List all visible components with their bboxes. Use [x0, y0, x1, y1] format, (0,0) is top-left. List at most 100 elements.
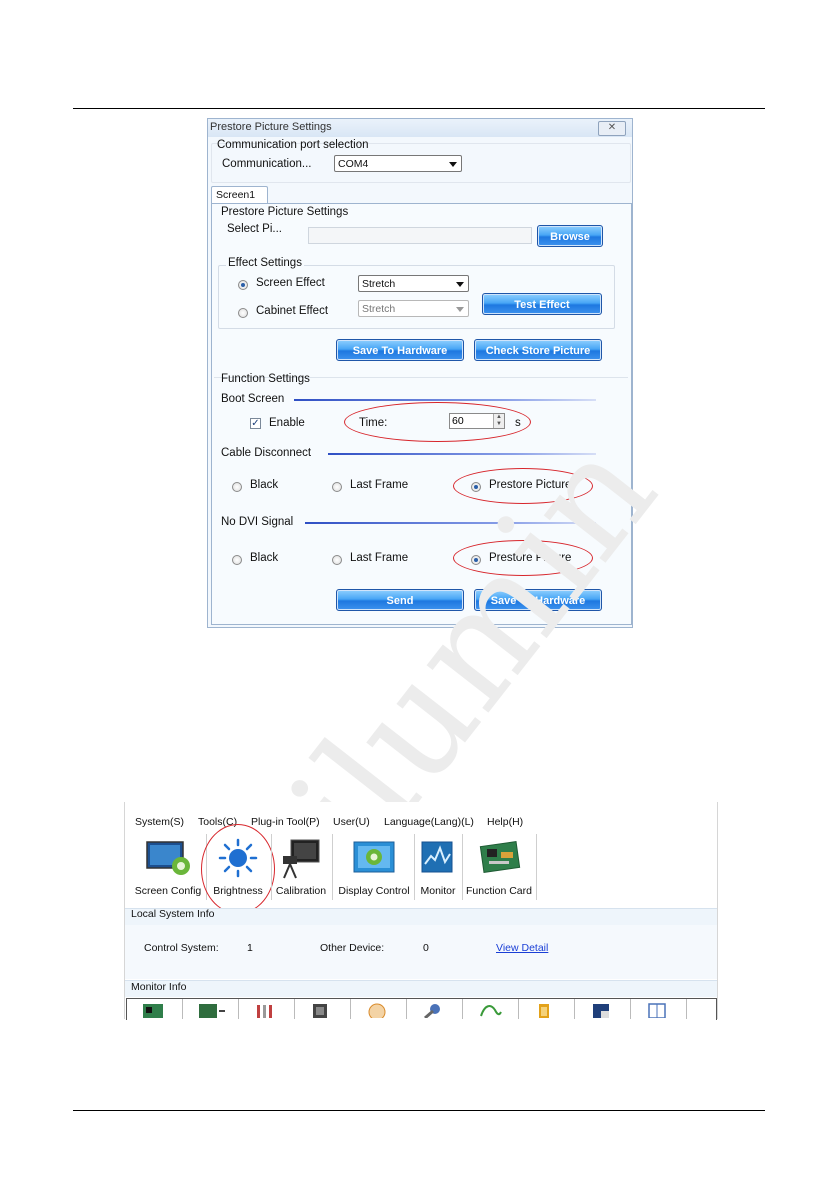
- monitor-cell[interactable]: [407, 999, 463, 1019]
- function-group-label: Function Settings: [221, 373, 310, 385]
- check-store-picture-button[interactable]: Check Store Picture: [474, 339, 602, 361]
- cable-black-label: Black: [250, 479, 279, 491]
- toolbar-label: Screen Config: [134, 885, 202, 897]
- screen-effect-value: Stretch: [362, 278, 396, 290]
- menu-system[interactable]: System(S): [135, 816, 184, 828]
- toolbar-label: Monitor: [420, 885, 456, 897]
- communication-group-label: Communication port selection: [217, 139, 369, 151]
- calibration-icon: [283, 839, 320, 879]
- receiving-card-icon: [199, 1004, 225, 1018]
- no-dvi-signal-label: No DVI Signal: [221, 516, 294, 528]
- dvi-last-frame-radio[interactable]: [332, 555, 342, 565]
- monitor-icons-strip: [126, 998, 717, 1020]
- toolbar-label: Calibration: [275, 885, 327, 897]
- cabinet-effect-radio[interactable]: [238, 308, 248, 318]
- toolbar-function-card[interactable]: Function Card: [463, 836, 535, 900]
- menu-plugin-tool[interactable]: Plug-in Tool(P): [251, 816, 320, 828]
- function-card-icon: [479, 841, 521, 873]
- other-device-label: Other Device:: [320, 942, 385, 954]
- time-highlight-ellipse: [344, 402, 531, 442]
- screen-effect-label: Screen Effect: [256, 277, 325, 289]
- toolbar-label: Display Control: [338, 885, 410, 897]
- main-window: System(S) Tools(C) Plug-in Tool(P) User(…: [124, 802, 718, 1020]
- dvi-black-radio[interactable]: [232, 555, 242, 565]
- toolbar-monitor[interactable]: Monitor: [415, 836, 461, 900]
- sending-card-icon: [143, 1004, 163, 1018]
- cable-last-frame-label: Last Frame: [350, 479, 409, 491]
- local-system-info-label: Local System Info: [131, 908, 215, 920]
- screen-effect-select[interactable]: Stretch: [358, 275, 469, 292]
- chevron-down-icon: [449, 162, 457, 167]
- control-system-value: 1: [247, 942, 253, 954]
- power-icon: [480, 1005, 502, 1017]
- brightness-highlight-ellipse: [201, 824, 275, 914]
- monitor-cell[interactable]: [351, 999, 407, 1019]
- cabinet-effect-select[interactable]: Stretch: [358, 300, 469, 317]
- communication-label: Communication...: [222, 158, 312, 170]
- cable-black-radio[interactable]: [232, 482, 242, 492]
- toolbar-calibration[interactable]: Calibration: [272, 836, 330, 900]
- chevron-down-icon: [456, 282, 464, 287]
- view-detail-link[interactable]: View Detail: [496, 942, 548, 954]
- module-icon: [313, 1004, 327, 1018]
- monitor-cell[interactable]: [183, 999, 239, 1019]
- picture-path-input[interactable]: [308, 227, 532, 244]
- effect-group-label: Effect Settings: [226, 257, 304, 269]
- monitor-cell[interactable]: [239, 999, 295, 1019]
- battery-icon: [539, 1004, 549, 1018]
- toolbar-screen-config[interactable]: Screen Config: [131, 836, 205, 900]
- cabinet-effect-label: Cabinet Effect: [256, 305, 329, 317]
- cable-disconnect-label: Cable Disconnect: [221, 447, 312, 459]
- dvi-black-label: Black: [250, 552, 279, 564]
- footer-rule: [73, 1110, 765, 1111]
- other-device-value: 0: [423, 942, 429, 954]
- menu-user[interactable]: User(U): [333, 816, 370, 828]
- monitor-cell[interactable]: [631, 999, 687, 1019]
- monitor-info-label: Monitor Info: [131, 981, 187, 993]
- dialog-title: Prestore Picture Settings: [210, 121, 332, 133]
- test-effect-button[interactable]: Test Effect: [482, 293, 602, 315]
- monitor-cell[interactable]: [575, 999, 631, 1019]
- display-icon: [593, 1004, 609, 1018]
- monitor-info-bar: [125, 980, 717, 997]
- toolbar-label: Function Card: [466, 885, 532, 897]
- check-icon: ✓: [251, 418, 260, 429]
- monitor-cell[interactable]: [127, 999, 183, 1019]
- boot-screen-separator: [294, 399, 596, 401]
- header-rule: [73, 108, 765, 109]
- monitor-cell[interactable]: [463, 999, 519, 1019]
- monitor-cell[interactable]: [519, 999, 575, 1019]
- communication-value: COM4: [338, 158, 369, 170]
- chevron-down-icon: [456, 307, 464, 312]
- menu-help[interactable]: Help(H): [487, 816, 523, 828]
- temperature-icon: [257, 1005, 272, 1018]
- enable-checkbox[interactable]: ✓: [250, 418, 261, 429]
- toolbar-display-control[interactable]: Display Control: [334, 836, 414, 900]
- close-icon: ✕: [607, 122, 617, 133]
- toolbar-separator: [536, 834, 537, 900]
- tab-screen1-label: Screen1: [216, 189, 256, 201]
- prestore-group-label: Prestore Picture Settings: [221, 206, 349, 218]
- toolbar-separator: [332, 834, 333, 900]
- cable-last-frame-radio[interactable]: [332, 482, 342, 492]
- fan-icon: [368, 1003, 386, 1018]
- tab-screen1[interactable]: Screen1: [211, 186, 268, 204]
- save-to-hardware-button[interactable]: Save To Hardware: [336, 339, 464, 361]
- tool-icon: [424, 1004, 440, 1018]
- display-control-icon: [353, 841, 395, 873]
- screen-config-icon: [146, 841, 190, 875]
- boot-screen-label: Boot Screen: [221, 393, 285, 405]
- screen-effect-radio[interactable]: [238, 280, 248, 290]
- select-picture-label: Select Pi...: [227, 223, 282, 235]
- close-button[interactable]: ✕: [598, 121, 626, 136]
- dvi-last-frame-label: Last Frame: [350, 552, 409, 564]
- menu-language[interactable]: Language(Lang)(L): [384, 816, 474, 828]
- browse-button[interactable]: Browse: [537, 225, 603, 247]
- monitor-icon: [421, 841, 453, 873]
- enable-label: Enable: [269, 417, 305, 429]
- monitor-cell[interactable]: [295, 999, 351, 1019]
- cabinet-effect-value: Stretch: [362, 303, 396, 315]
- cabinet-icon: [648, 1003, 666, 1018]
- communication-select[interactable]: COM4: [334, 155, 462, 172]
- control-system-label: Control System:: [144, 942, 219, 954]
